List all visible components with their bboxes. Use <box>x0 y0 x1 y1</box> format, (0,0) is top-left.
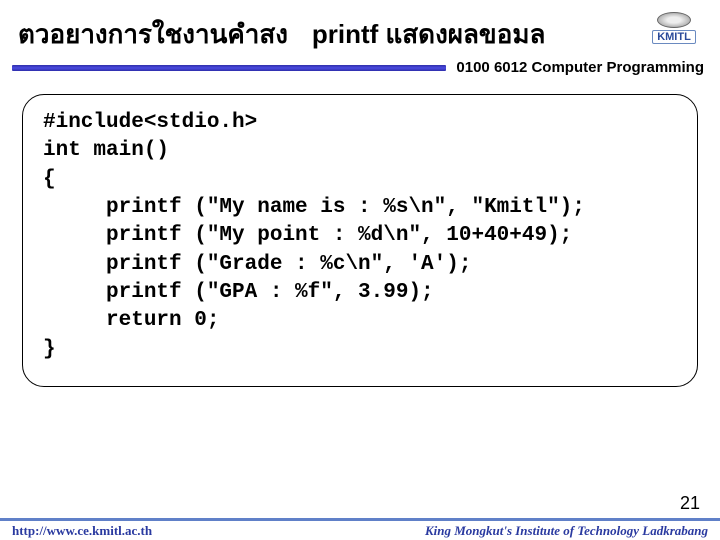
logo-text: KMITL <box>652 30 696 44</box>
code-line: printf ("GPA : %f", 3.99); <box>43 281 434 304</box>
divider-row: 0100 6012 Computer Programming <box>0 59 720 76</box>
code-line: } <box>43 338 56 361</box>
code-line: { <box>43 168 56 191</box>
title-left: ตวอยางการใชงานคำสง <box>18 14 288 55</box>
code-line: printf ("My point : %d\n", 10+40+49); <box>43 224 572 247</box>
slide-header: ตวอยางการใชงานคำสง printf แสดงผลขอมล <box>0 0 720 59</box>
code-line: printf ("Grade : %c\n", 'A'); <box>43 253 471 276</box>
title-rest: แสดงผลขอมล <box>378 19 545 49</box>
kmitl-logo: KMITL <box>642 6 706 50</box>
title-printf: printf <box>312 19 378 49</box>
code-line: #include<stdio.h> <box>43 111 257 134</box>
globe-icon <box>657 12 691 28</box>
course-label: 0100 6012 Computer Programming <box>456 59 704 76</box>
code-box: #include<stdio.h> int main() { printf ("… <box>22 94 698 387</box>
divider-line <box>12 65 446 71</box>
footer: http://www.ce.kmitl.ac.th King Mongkut's… <box>0 518 720 540</box>
footer-institution: King Mongkut's Institute of Technology L… <box>425 523 708 539</box>
code-line: int main() <box>43 139 169 162</box>
footer-url: http://www.ce.kmitl.ac.th <box>12 523 152 539</box>
code-line: return 0; <box>43 309 219 332</box>
code-line: printf ("My name is : %s\n", "Kmitl"); <box>43 196 585 219</box>
slide: ตวอยางการใชงานคำสง printf แสดงผลขอมล KMI… <box>0 0 720 540</box>
page-number: 21 <box>680 493 700 514</box>
title-right: printf แสดงผลขอมล <box>312 14 545 55</box>
